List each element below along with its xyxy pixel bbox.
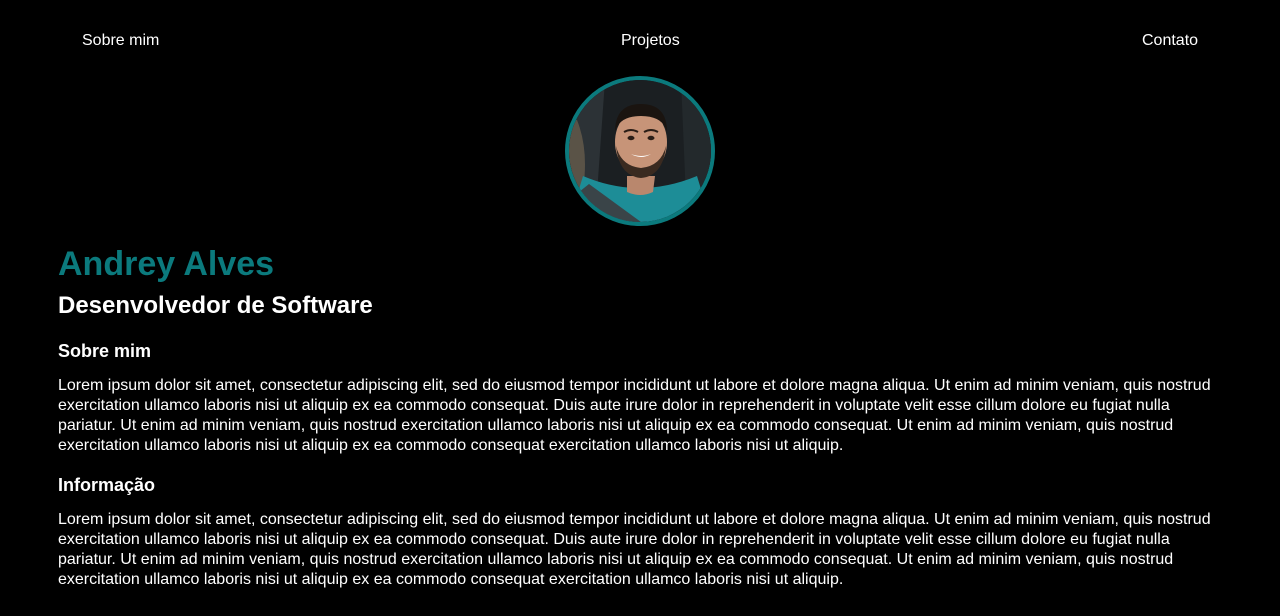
- profile-photo-illustration: [569, 80, 711, 222]
- section-informacao: Informação Lorem ipsum dolor sit amet, c…: [58, 474, 1222, 590]
- profile-name: Andrey Alves: [58, 245, 275, 283]
- nav-link-sobre-mim[interactable]: Sobre mim: [82, 32, 159, 50]
- section-paragraph: Lorem ipsum dolor sit amet, consectetur …: [58, 377, 1211, 454]
- profile-photo: [565, 76, 715, 226]
- profile-role: Desenvolvedor de Software: [58, 292, 373, 319]
- section-paragraph: Lorem ipsum dolor sit amet, consectetur …: [58, 511, 1211, 588]
- top-navigation: Sobre mim Projetos Contato: [0, 32, 1280, 52]
- section-title: Informação: [58, 475, 156, 495]
- nav-link-contato[interactable]: Contato: [1142, 32, 1198, 50]
- section-sobre-mim: Sobre mim Lorem ipsum dolor sit amet, co…: [58, 340, 1222, 456]
- main-content: Andrey Alves Desenvolvedor de Software S…: [58, 244, 1222, 590]
- section-title: Sobre mim: [58, 341, 152, 361]
- nav-link-projetos[interactable]: Projetos: [621, 32, 680, 50]
